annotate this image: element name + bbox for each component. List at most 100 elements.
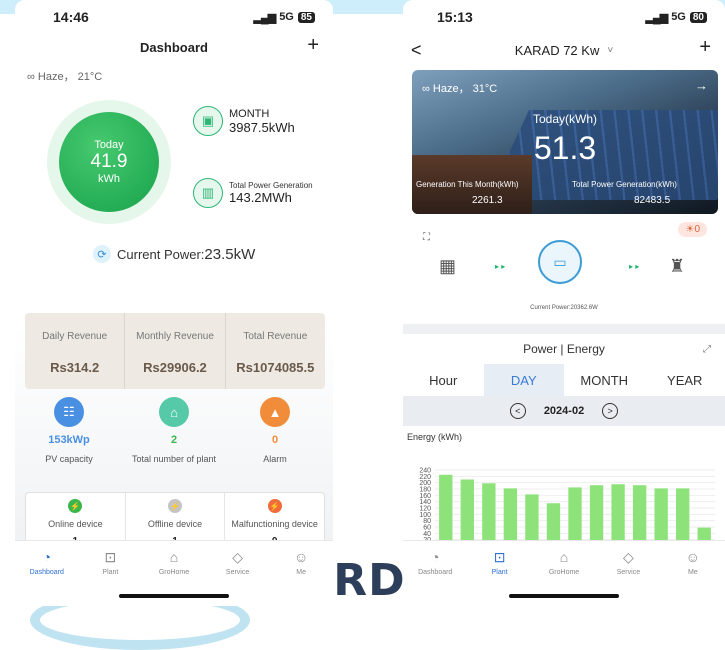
- total-generation-value: 143.2MWh: [229, 190, 313, 205]
- arrow-right-icon[interactable]: →: [695, 78, 708, 93]
- house-icon: ⌂: [170, 549, 178, 565]
- bar-chart-icon: ▥: [193, 178, 223, 208]
- y-tick-label: 200: [419, 480, 431, 487]
- diamond-icon: ◇: [232, 549, 243, 565]
- page-title: Dashboard: [140, 40, 208, 55]
- plant-title[interactable]: KARAD 72 Kw: [515, 43, 600, 58]
- gen-month-label: Generation This Month(kWh): [416, 180, 519, 189]
- revenue-item: Monthly RevenueRs29906.2: [125, 313, 225, 389]
- power-energy-toggle[interactable]: Power | Energy ⤢: [403, 334, 725, 364]
- status-bar: 15:13 ▂▄▆ 5G 80: [403, 0, 725, 34]
- battery-icon: 80: [690, 12, 707, 23]
- house-icon: ⌂: [560, 549, 568, 565]
- bottom-tab-bar: ◔Dashboard ⊡Plant ⌂GroHome ◇Service ☺Me: [15, 540, 333, 606]
- plant-detail-screen: 15:13 ▂▄▆ 5G 80 < KARAD 72 Kw ˅ + ∞ Haze， 3…: [403, 0, 725, 606]
- speedometer-icon: ◔: [431, 549, 439, 565]
- expand-icon[interactable]: ⛶: [423, 232, 430, 243]
- plant-count-item[interactable]: ⌂ 2 Total number of plant: [124, 397, 224, 464]
- chart-bar[interactable]: [504, 488, 517, 546]
- inverter-icon[interactable]: ▭: [538, 240, 582, 284]
- plant-icon: ⊡: [494, 549, 506, 565]
- haze-icon: ∞: [422, 83, 433, 95]
- chart-bar[interactable]: [633, 485, 646, 546]
- tab-year[interactable]: YEAR: [645, 364, 725, 396]
- current-power: ⟳ Current Power:23.5kW: [93, 245, 255, 263]
- today-gauge[interactable]: Today 41.9 kWh: [47, 100, 171, 224]
- online-device-item[interactable]: ⚡Online device1: [26, 493, 126, 547]
- tab-month[interactable]: MONTH: [564, 364, 645, 396]
- energy-chart: Energy (kWh) 020406080100120140160180200…: [403, 426, 725, 550]
- pv-capacity-item[interactable]: ☷ 153kWp PV capacity: [19, 397, 119, 464]
- y-tick-label: 140: [419, 499, 431, 506]
- chart-bar[interactable]: [611, 484, 624, 546]
- malfunction-device-item[interactable]: ⚡Malfunctioning device0: [225, 493, 324, 547]
- chart-bar[interactable]: [525, 494, 538, 546]
- chart-bar[interactable]: [676, 488, 689, 546]
- energy-bar-chart: 020406080100120140160180200220240: [403, 426, 725, 550]
- add-plant-button[interactable]: +: [307, 34, 319, 57]
- chart-bar[interactable]: [461, 480, 474, 547]
- fullscreen-icon[interactable]: ⤢: [703, 344, 711, 355]
- month-label: MONTH: [229, 108, 295, 120]
- chart-y-label: Energy (kWh): [407, 432, 462, 442]
- y-tick-label: 160: [419, 493, 431, 500]
- add-button[interactable]: +: [699, 36, 711, 59]
- y-tick-label: 220: [419, 474, 431, 481]
- flow-arrow-icon: ▸ ▸: [495, 262, 505, 271]
- tab-dashboard[interactable]: ◔Dashboard: [15, 541, 79, 606]
- dashboard-body: ∞ Haze， 21°C Today 41.9 kWh ▣ MONTH3987.…: [15, 60, 333, 540]
- y-tick-label: 240: [419, 468, 431, 475]
- total-generation-stat: ▥ Total Power Generation143.2MWh: [193, 178, 313, 208]
- home-icon: ⌂: [159, 397, 189, 427]
- home-indicator: [509, 594, 619, 598]
- y-tick-label: 60: [423, 525, 431, 532]
- weather-text: Haze， 21°C: [38, 71, 102, 83]
- total-generation-label: Total Power Generation: [229, 181, 313, 190]
- next-date-button[interactable]: >: [602, 403, 618, 419]
- signal-icon: ▂▄▆: [645, 11, 667, 24]
- network-type: 5G: [279, 11, 294, 23]
- status-time: 14:46: [53, 9, 89, 25]
- tab-hour[interactable]: Hour: [403, 364, 484, 396]
- grid-tower-icon: ♜: [669, 256, 685, 277]
- offline-device-item[interactable]: ⚡Offline device1: [126, 493, 226, 547]
- alarm-item[interactable]: ▲ 0 Alarm: [225, 397, 325, 464]
- chart-bar[interactable]: [654, 488, 667, 546]
- current-date[interactable]: 2024-02: [544, 405, 584, 417]
- date-selector: < 2024-02 >: [403, 396, 725, 426]
- chart-bar[interactable]: [568, 487, 581, 546]
- flow-arrow-icon: ▸ ▸: [629, 262, 639, 271]
- chart-bar[interactable]: [439, 475, 452, 546]
- dashboard-screen: 14:46 ▂▄▆5G85 Dashboard + ∞ Haze， 21°C T…: [15, 0, 333, 606]
- tab-me[interactable]: ☺Me: [661, 541, 725, 606]
- online-icon: ⚡: [68, 499, 82, 513]
- today-label: Today(kWh): [412, 112, 718, 126]
- tab-dashboard[interactable]: ◔Dashboard: [403, 541, 467, 606]
- chart-bar[interactable]: [482, 483, 495, 546]
- offline-icon: ⚡: [168, 499, 182, 513]
- signal-icon: ▂▄▆: [253, 11, 275, 24]
- header: Dashboard +: [15, 34, 333, 60]
- tab-day[interactable]: DAY: [484, 364, 565, 396]
- previous-date-button[interactable]: <: [510, 403, 526, 419]
- tab-me[interactable]: ☺Me: [269, 541, 333, 606]
- today-value: 51.3: [412, 130, 718, 167]
- gen-month-value: 2261.3: [472, 195, 503, 206]
- revenue-item: Daily RevenueRs314.2: [25, 313, 125, 389]
- chart-bar[interactable]: [590, 485, 603, 546]
- plant-hero-card[interactable]: ∞ Haze， 31°C → Today(kWh) 51.3 Generatio…: [412, 70, 718, 214]
- period-tabs: Hour DAY MONTH YEAR: [403, 364, 725, 396]
- person-icon: ☺: [294, 549, 308, 565]
- calendar-icon: ▣: [193, 106, 223, 136]
- status-bar: 14:46 ▂▄▆5G85: [15, 0, 333, 34]
- status-time: 15:13: [437, 9, 473, 25]
- gen-total-label: Total Power Generation(kWh): [572, 180, 677, 189]
- chevron-down-icon[interactable]: ˅: [607, 45, 613, 56]
- back-button[interactable]: <: [411, 40, 422, 61]
- y-tick-label: 180: [419, 487, 431, 494]
- current-power-text: Current Power:20362.6W: [403, 305, 725, 311]
- y-tick-label: 120: [419, 506, 431, 513]
- network-type: 5G: [671, 11, 686, 23]
- diamond-icon: ◇: [623, 549, 634, 565]
- revenue-item: Total RevenueRs1074085.5: [226, 313, 325, 389]
